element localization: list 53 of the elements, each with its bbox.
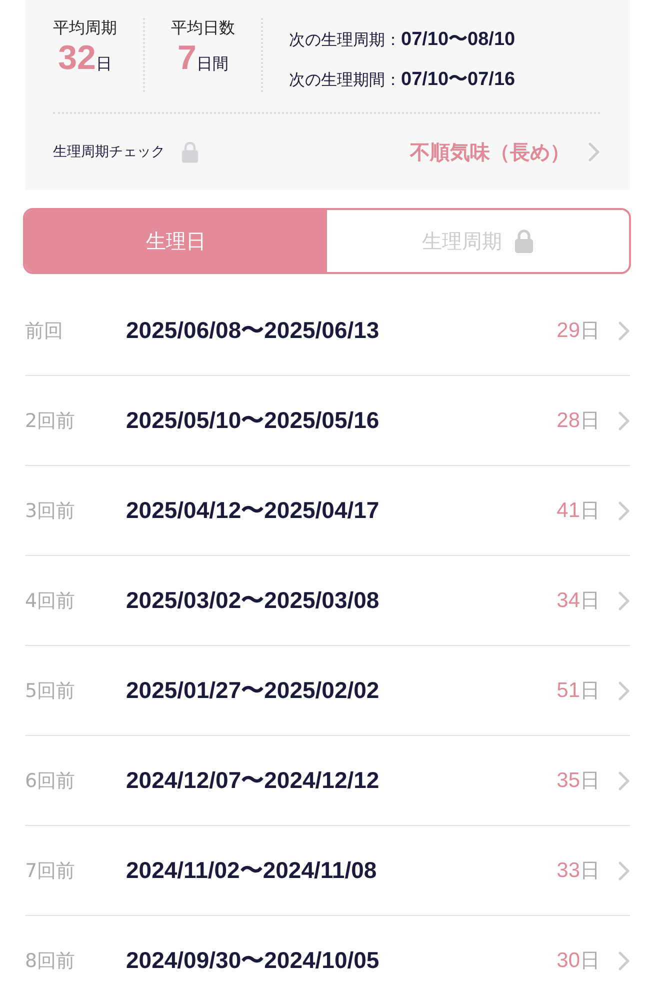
period-label: 8回前 bbox=[25, 948, 76, 974]
period-label: 5回前 bbox=[25, 678, 76, 704]
stat-value: 32 bbox=[58, 39, 96, 78]
chevron-icon bbox=[618, 680, 630, 700]
chevron-icon bbox=[618, 860, 630, 880]
date-range[interactable]: 2024/12/07〜2024/12/12 bbox=[126, 765, 380, 796]
day-unit: 日 bbox=[580, 407, 600, 434]
cycle-days: 33 bbox=[556, 858, 580, 882]
stat-unit: 日 bbox=[96, 54, 112, 75]
day-unit: 日 bbox=[580, 857, 600, 884]
date-range[interactable]: 2025/06/08〜2025/06/13 bbox=[126, 315, 380, 346]
next-date-range: 07/10〜08/10 bbox=[401, 28, 516, 52]
chevron-icon bbox=[618, 770, 630, 790]
next-date-range: 07/10〜07/16 bbox=[401, 68, 516, 92]
lock-icon bbox=[514, 229, 534, 253]
day-unit: 日 bbox=[580, 317, 600, 344]
date-range[interactable]: 2025/03/02〜2025/03/08 bbox=[126, 585, 380, 616]
day-unit: 日 bbox=[580, 587, 600, 614]
period-label: 2回前 bbox=[25, 408, 76, 434]
chevron-icon bbox=[618, 320, 630, 340]
date-range[interactable]: 2025/04/12〜2025/04/17 bbox=[126, 495, 380, 526]
next-label: 次の生理期間： bbox=[289, 70, 401, 91]
cycle-days: 30 bbox=[556, 948, 580, 972]
cycle-days: 41 bbox=[556, 498, 580, 522]
day-unit: 日 bbox=[580, 677, 600, 704]
stat-label: 平均周期 bbox=[53, 18, 117, 39]
cycle-days: 51 bbox=[556, 678, 580, 702]
next-label: 次の生理周期： bbox=[289, 30, 401, 51]
chevron-icon bbox=[618, 410, 630, 430]
chevron-icon bbox=[618, 590, 630, 610]
cycle-check-label: 生理周期チェック bbox=[53, 143, 165, 161]
date-range[interactable]: 2024/11/02〜2024/11/08 bbox=[126, 855, 377, 886]
period-label: 3回前 bbox=[25, 498, 76, 524]
period-label: 7回前 bbox=[25, 858, 76, 884]
date-range[interactable]: 2024/09/30〜2024/10/05 bbox=[126, 945, 380, 976]
cycle-days: 34 bbox=[556, 588, 580, 612]
stat-label: 平均日数 bbox=[171, 18, 235, 39]
period-label: 6回前 bbox=[25, 768, 76, 794]
date-range[interactable]: 2025/01/27〜2025/02/02 bbox=[126, 675, 380, 706]
day-unit: 日 bbox=[580, 947, 600, 974]
date-range[interactable]: 2025/05/10〜2025/05/16 bbox=[126, 405, 380, 436]
day-unit: 日 bbox=[580, 497, 600, 524]
period-label: 前回 bbox=[25, 318, 64, 344]
cycle-days: 28 bbox=[556, 408, 580, 432]
day-unit: 日 bbox=[580, 767, 600, 794]
chevron-icon bbox=[618, 950, 630, 970]
stat-value: 7 bbox=[178, 39, 196, 78]
chevron-icon bbox=[588, 142, 600, 162]
stat-unit: 日間 bbox=[196, 54, 228, 75]
cycle-days: 29 bbox=[556, 318, 580, 342]
chevron-icon bbox=[618, 500, 630, 520]
cycle-days: 35 bbox=[556, 768, 580, 792]
period-label: 4回前 bbox=[25, 588, 76, 614]
